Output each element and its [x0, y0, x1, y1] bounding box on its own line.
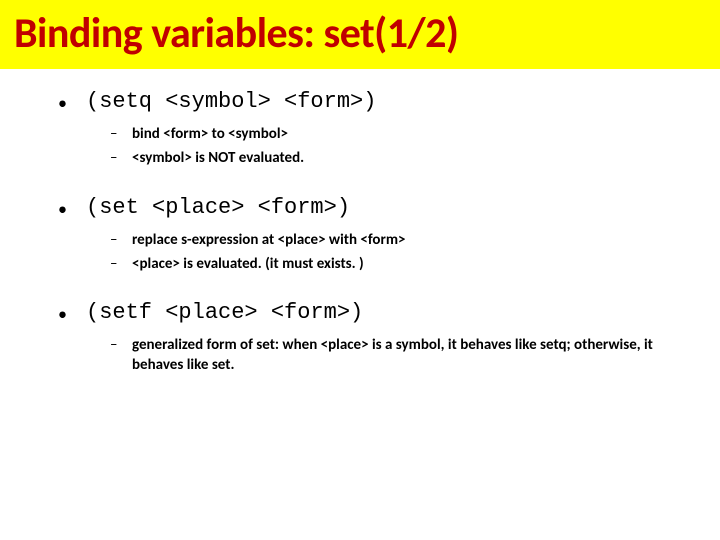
sub-text: bind <form> to <symbol> — [132, 124, 288, 144]
item-head: • (setf <place> <form>) — [58, 300, 690, 325]
dash-icon: – — [110, 336, 132, 354]
list-item: • (setq <symbol> <form>) – bind <form> t… — [58, 89, 690, 169]
item-head: • (setq <symbol> <form>) — [58, 89, 690, 114]
dash-icon: – — [110, 231, 132, 249]
sub-text: generalized form of set: when <place> is… — [132, 335, 690, 376]
bullet-icon: • — [58, 94, 86, 112]
content-area: • (setq <symbol> <form>) – bind <form> t… — [0, 69, 720, 376]
item-head: • (set <place> <form>) — [58, 195, 690, 220]
title-band: Binding variables: set(1/2) — [0, 0, 720, 69]
bullet-icon: • — [58, 305, 86, 323]
code-line: (setf <place> <form>) — [86, 300, 363, 325]
sub-item: – <symbol> is NOT evaluated. — [110, 148, 690, 168]
dash-icon: – — [110, 149, 132, 167]
sub-item: – generalized form of set: when <place> … — [110, 335, 690, 376]
bullet-icon: • — [58, 200, 86, 218]
sub-list: – generalized form of set: when <place> … — [58, 335, 690, 376]
code-line: (set <place> <form>) — [86, 195, 350, 220]
code-line: (setq <symbol> <form>) — [86, 89, 376, 114]
sub-item: – <place> is evaluated. (it must exists.… — [110, 254, 690, 274]
sub-list: – bind <form> to <symbol> – <symbol> is … — [58, 124, 690, 169]
sub-item: – bind <form> to <symbol> — [110, 124, 690, 144]
sub-text: <place> is evaluated. (it must exists. ) — [132, 254, 364, 274]
sub-item: – replace s-expression at <place> with <… — [110, 230, 690, 250]
sub-text: replace s-expression at <place> with <fo… — [132, 230, 406, 250]
list-item: • (set <place> <form>) – replace s-expre… — [58, 195, 690, 275]
sub-text: <symbol> is NOT evaluated. — [132, 148, 304, 168]
dash-icon: – — [110, 255, 132, 273]
dash-icon: – — [110, 125, 132, 143]
sub-list: – replace s-expression at <place> with <… — [58, 230, 690, 275]
slide: Binding variables: set(1/2) • (setq <sym… — [0, 0, 720, 540]
slide-title: Binding variables: set(1/2) — [14, 8, 706, 59]
list-item: • (setf <place> <form>) – generalized fo… — [58, 300, 690, 376]
